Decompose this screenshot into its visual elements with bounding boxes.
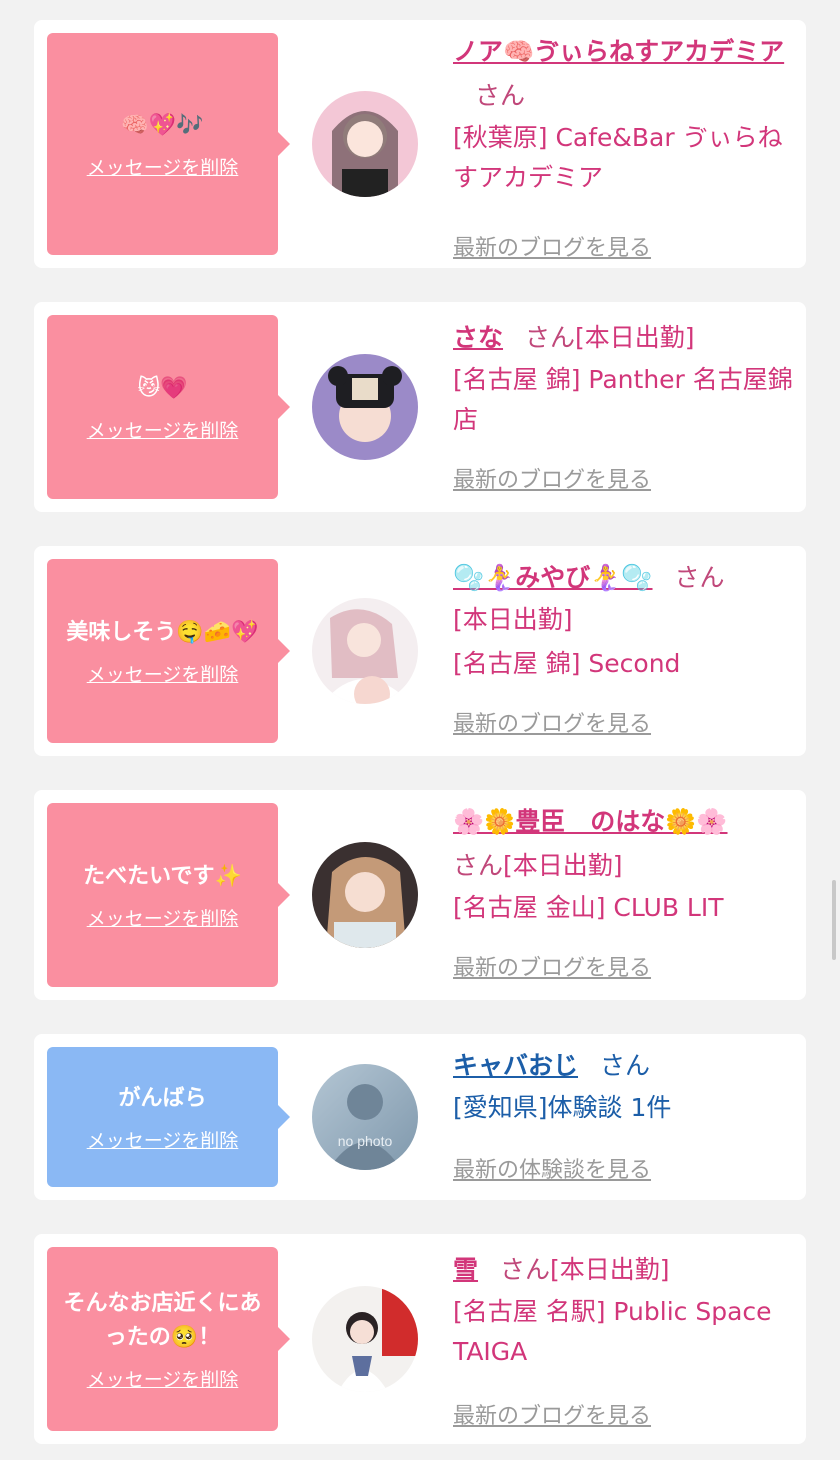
avatar[interactable] [312,1286,418,1392]
latest-blog-link[interactable]: 最新のブログを見る [453,950,651,982]
message-text: そんなお店近くにあったの🥺！ [63,1290,262,1350]
shop-info: [名古屋 名駅] Public Space TAIGA [453,1297,772,1366]
avatar[interactable] [312,91,418,197]
message-bubble: がんばら メッセージを削除 [47,1047,290,1187]
avatar[interactable]: no photo [312,1064,418,1170]
latest-blog-link[interactable]: 最新のブログを見る [453,1398,651,1430]
profile-info: 雪さん[本日出勤] [名古屋 名駅] Public Space TAIGA 最新… [453,1248,798,1429]
message-card: 😼💗 メッセージを削除 さな さん[本日出勤] [名古屋 錦] Panther 名… [34,302,806,512]
avatar[interactable] [312,598,418,704]
message-bubble: そんなお店近くにあったの🥺！ メッセージを削除 [47,1247,290,1431]
message-bubble: 😼💗 メッセージを削除 [47,315,290,499]
review-info: [愛知県]体験談 1件 [453,1093,672,1122]
message-bubble: たべたいです✨ メッセージを削除 [47,803,290,987]
honorific: さん [500,1255,551,1284]
latest-review-link[interactable]: 最新の体験談を見る [453,1152,651,1184]
latest-blog-link[interactable]: 最新のブログを見る [453,706,651,738]
latest-blog-link[interactable]: 最新のブログを見る [453,230,651,262]
profile-info: ノア🧠ゔぃらねすアカデミアさん [秋葉原] Cafe&Bar ゔぃらねすアカデミ… [453,30,798,261]
latest-blog-link[interactable]: 最新のブログを見る [453,462,651,494]
profile-info: キャバおじ さん [愛知県]体験談 1件 最新の体験談を見る [453,1044,798,1183]
message-card: 🧠💖🎶 メッセージを削除 ノア🧠ゔぃらねすアカデミアさん [秋葉原] Cafe&… [34,20,806,268]
delete-message-link[interactable]: メッセージを削除 [87,1365,239,1392]
message-list: 🧠💖🎶 メッセージを削除 ノア🧠ゔぃらねすアカデミアさん [秋葉原] Cafe&… [0,0,840,1460]
message-text: 😼💗 [137,375,188,401]
honorific: さん [475,81,526,110]
avatar[interactable] [312,842,418,948]
delete-message-link[interactable]: メッセージを削除 [87,904,239,931]
cast-name-link[interactable]: 雪 [453,1255,478,1284]
honorific: さん [453,851,504,880]
message-card: たべたいです✨ メッセージを削除 🌸🌼豊臣 のはな🌼🌸 さん[本日出勤] [名古… [34,790,806,1000]
honorific: さん [600,1051,651,1080]
message-card: そんなお店近くにあったの🥺！ メッセージを削除 雪さん[本日出勤] [名古屋 名… [34,1234,806,1444]
no-photo-label: no photo [338,1133,393,1149]
message-card: 美味しそう🤤🧀💖 メッセージを削除 🫧🧜‍♀️みやび🧜‍♀️🫧 さん [本日出勤]… [34,546,806,756]
shop-info: [名古屋 金山] CLUB LIT [453,893,724,922]
shop-info: [秋葉原] Cafe&Bar ゔぃらねすアカデミア [453,123,783,192]
honorific: さん [525,323,576,352]
cast-name-link[interactable]: さな [453,323,503,352]
message-card: がんばら メッセージを削除 no photo キャバおじ さん [愛知県]体験談 … [34,1034,806,1200]
delete-message-link[interactable]: メッセージを削除 [87,153,239,180]
cast-name-link[interactable]: 🫧🧜‍♀️みやび🧜‍♀️🫧 [453,563,653,592]
today-badge: [本日出勤] [503,851,623,880]
profile-info: 🫧🧜‍♀️みやび🧜‍♀️🫧 さん [本日出勤] [名古屋 錦] Second 最新… [453,556,798,737]
message-bubble: 美味しそう🤤🧀💖 メッセージを削除 [47,559,290,743]
shop-info: [名古屋 錦] Second [453,649,681,678]
delete-message-link[interactable]: メッセージを削除 [87,1126,239,1153]
today-badge: [本日出勤] [575,323,695,352]
message-text: たべたいです✨ [83,863,242,889]
today-badge: [本日出勤] [453,605,573,634]
delete-message-link[interactable]: メッセージを削除 [87,660,239,687]
honorific: さん [674,563,725,592]
message-text: がんばら [118,1085,207,1111]
profile-info: さな さん[本日出勤] [名古屋 錦] Panther 名古屋錦店 最新のブログを… [453,316,798,493]
cast-name-link[interactable]: 🌸🌼豊臣 のはな🌼🌸 [453,807,728,836]
avatar[interactable] [312,354,418,460]
cast-name-link[interactable]: ノア🧠ゔぃらねすアカデミア [453,37,784,66]
shop-info: [名古屋 錦] Panther 名古屋錦店 [453,365,793,434]
today-badge: [本日出勤] [550,1255,670,1284]
user-name-link[interactable]: キャバおじ [453,1051,578,1080]
message-text: 🧠💖🎶 [121,112,204,138]
message-text: 美味しそう🤤🧀💖 [66,619,259,645]
message-bubble: 🧠💖🎶 メッセージを削除 [47,33,290,255]
delete-message-link[interactable]: メッセージを削除 [87,416,239,443]
profile-info: 🌸🌼豊臣 のはな🌼🌸 さん[本日出勤] [名古屋 金山] CLUB LIT 最新… [453,800,798,981]
scrollbar[interactable] [832,880,836,960]
